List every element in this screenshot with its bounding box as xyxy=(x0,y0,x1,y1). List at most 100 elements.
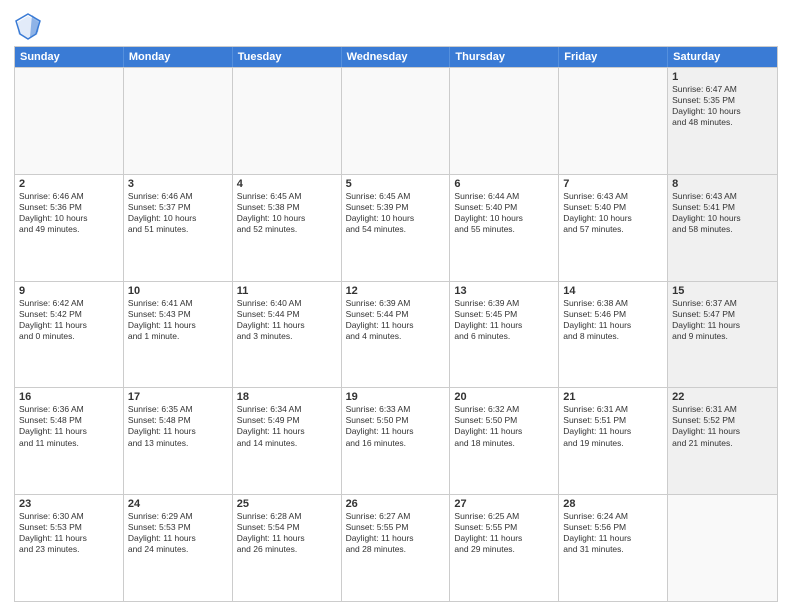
calendar-body: 1Sunrise: 6:47 AM Sunset: 5:35 PM Daylig… xyxy=(15,67,777,601)
cal-cell-2-0: 9Sunrise: 6:42 AM Sunset: 5:42 PM Daylig… xyxy=(15,282,124,388)
cal-cell-1-4: 6Sunrise: 6:44 AM Sunset: 5:40 PM Daylig… xyxy=(450,175,559,281)
day-detail: Sunrise: 6:28 AM Sunset: 5:54 PM Dayligh… xyxy=(237,511,337,555)
cal-cell-2-6: 15Sunrise: 6:37 AM Sunset: 5:47 PM Dayli… xyxy=(668,282,777,388)
day-detail: Sunrise: 6:31 AM Sunset: 5:51 PM Dayligh… xyxy=(563,404,663,448)
cal-cell-3-4: 20Sunrise: 6:32 AM Sunset: 5:50 PM Dayli… xyxy=(450,388,559,494)
logo-icon xyxy=(14,12,42,40)
day-detail: Sunrise: 6:34 AM Sunset: 5:49 PM Dayligh… xyxy=(237,404,337,448)
day-number: 15 xyxy=(672,285,773,297)
day-number: 20 xyxy=(454,391,554,403)
cal-header-monday: Monday xyxy=(124,47,233,67)
day-detail: Sunrise: 6:29 AM Sunset: 5:53 PM Dayligh… xyxy=(128,511,228,555)
cal-cell-1-6: 8Sunrise: 6:43 AM Sunset: 5:41 PM Daylig… xyxy=(668,175,777,281)
day-detail: Sunrise: 6:32 AM Sunset: 5:50 PM Dayligh… xyxy=(454,404,554,448)
cal-cell-3-2: 18Sunrise: 6:34 AM Sunset: 5:49 PM Dayli… xyxy=(233,388,342,494)
day-detail: Sunrise: 6:46 AM Sunset: 5:36 PM Dayligh… xyxy=(19,191,119,235)
cal-row-2: 9Sunrise: 6:42 AM Sunset: 5:42 PM Daylig… xyxy=(15,281,777,388)
cal-row-0: 1Sunrise: 6:47 AM Sunset: 5:35 PM Daylig… xyxy=(15,67,777,174)
cal-cell-2-2: 11Sunrise: 6:40 AM Sunset: 5:44 PM Dayli… xyxy=(233,282,342,388)
day-detail: Sunrise: 6:37 AM Sunset: 5:47 PM Dayligh… xyxy=(672,298,773,342)
cal-cell-1-3: 5Sunrise: 6:45 AM Sunset: 5:39 PM Daylig… xyxy=(342,175,451,281)
cal-cell-1-5: 7Sunrise: 6:43 AM Sunset: 5:40 PM Daylig… xyxy=(559,175,668,281)
cal-cell-2-3: 12Sunrise: 6:39 AM Sunset: 5:44 PM Dayli… xyxy=(342,282,451,388)
cal-cell-2-1: 10Sunrise: 6:41 AM Sunset: 5:43 PM Dayli… xyxy=(124,282,233,388)
cal-cell-4-3: 26Sunrise: 6:27 AM Sunset: 5:55 PM Dayli… xyxy=(342,495,451,601)
cal-cell-0-0 xyxy=(15,68,124,174)
cal-row-4: 23Sunrise: 6:30 AM Sunset: 5:53 PM Dayli… xyxy=(15,494,777,601)
cal-cell-0-1 xyxy=(124,68,233,174)
cal-cell-4-6 xyxy=(668,495,777,601)
day-detail: Sunrise: 6:38 AM Sunset: 5:46 PM Dayligh… xyxy=(563,298,663,342)
header xyxy=(14,12,778,40)
day-detail: Sunrise: 6:41 AM Sunset: 5:43 PM Dayligh… xyxy=(128,298,228,342)
day-number: 19 xyxy=(346,391,446,403)
cal-cell-3-1: 17Sunrise: 6:35 AM Sunset: 5:48 PM Dayli… xyxy=(124,388,233,494)
day-detail: Sunrise: 6:36 AM Sunset: 5:48 PM Dayligh… xyxy=(19,404,119,448)
day-number: 13 xyxy=(454,285,554,297)
day-detail: Sunrise: 6:24 AM Sunset: 5:56 PM Dayligh… xyxy=(563,511,663,555)
cal-cell-0-4 xyxy=(450,68,559,174)
cal-header-thursday: Thursday xyxy=(450,47,559,67)
logo xyxy=(14,12,44,40)
day-detail: Sunrise: 6:40 AM Sunset: 5:44 PM Dayligh… xyxy=(237,298,337,342)
day-number: 8 xyxy=(672,178,773,190)
day-number: 11 xyxy=(237,285,337,297)
cal-cell-0-6: 1Sunrise: 6:47 AM Sunset: 5:35 PM Daylig… xyxy=(668,68,777,174)
cal-header-sunday: Sunday xyxy=(15,47,124,67)
day-number: 28 xyxy=(563,498,663,510)
day-number: 2 xyxy=(19,178,119,190)
cal-header-friday: Friday xyxy=(559,47,668,67)
cal-row-1: 2Sunrise: 6:46 AM Sunset: 5:36 PM Daylig… xyxy=(15,174,777,281)
cal-row-3: 16Sunrise: 6:36 AM Sunset: 5:48 PM Dayli… xyxy=(15,387,777,494)
day-number: 24 xyxy=(128,498,228,510)
day-number: 25 xyxy=(237,498,337,510)
day-number: 26 xyxy=(346,498,446,510)
cal-cell-4-0: 23Sunrise: 6:30 AM Sunset: 5:53 PM Dayli… xyxy=(15,495,124,601)
cal-header-wednesday: Wednesday xyxy=(342,47,451,67)
day-number: 1 xyxy=(672,71,773,83)
day-detail: Sunrise: 6:46 AM Sunset: 5:37 PM Dayligh… xyxy=(128,191,228,235)
cal-cell-0-2 xyxy=(233,68,342,174)
cal-cell-2-4: 13Sunrise: 6:39 AM Sunset: 5:45 PM Dayli… xyxy=(450,282,559,388)
day-detail: Sunrise: 6:45 AM Sunset: 5:39 PM Dayligh… xyxy=(346,191,446,235)
day-detail: Sunrise: 6:45 AM Sunset: 5:38 PM Dayligh… xyxy=(237,191,337,235)
day-detail: Sunrise: 6:47 AM Sunset: 5:35 PM Dayligh… xyxy=(672,84,773,128)
cal-cell-0-5 xyxy=(559,68,668,174)
day-detail: Sunrise: 6:39 AM Sunset: 5:45 PM Dayligh… xyxy=(454,298,554,342)
day-number: 22 xyxy=(672,391,773,403)
day-number: 5 xyxy=(346,178,446,190)
cal-cell-0-3 xyxy=(342,68,451,174)
day-number: 14 xyxy=(563,285,663,297)
day-detail: Sunrise: 6:35 AM Sunset: 5:48 PM Dayligh… xyxy=(128,404,228,448)
day-number: 12 xyxy=(346,285,446,297)
day-detail: Sunrise: 6:43 AM Sunset: 5:40 PM Dayligh… xyxy=(563,191,663,235)
day-detail: Sunrise: 6:25 AM Sunset: 5:55 PM Dayligh… xyxy=(454,511,554,555)
day-number: 9 xyxy=(19,285,119,297)
cal-cell-4-2: 25Sunrise: 6:28 AM Sunset: 5:54 PM Dayli… xyxy=(233,495,342,601)
cal-cell-1-1: 3Sunrise: 6:46 AM Sunset: 5:37 PM Daylig… xyxy=(124,175,233,281)
day-number: 23 xyxy=(19,498,119,510)
calendar-header-row: SundayMondayTuesdayWednesdayThursdayFrid… xyxy=(15,47,777,67)
day-detail: Sunrise: 6:42 AM Sunset: 5:42 PM Dayligh… xyxy=(19,298,119,342)
cal-cell-3-6: 22Sunrise: 6:31 AM Sunset: 5:52 PM Dayli… xyxy=(668,388,777,494)
cal-cell-1-2: 4Sunrise: 6:45 AM Sunset: 5:38 PM Daylig… xyxy=(233,175,342,281)
day-number: 10 xyxy=(128,285,228,297)
cal-header-tuesday: Tuesday xyxy=(233,47,342,67)
day-detail: Sunrise: 6:27 AM Sunset: 5:55 PM Dayligh… xyxy=(346,511,446,555)
calendar: SundayMondayTuesdayWednesdayThursdayFrid… xyxy=(14,46,778,602)
cal-header-saturday: Saturday xyxy=(668,47,777,67)
day-number: 17 xyxy=(128,391,228,403)
day-number: 16 xyxy=(19,391,119,403)
day-number: 7 xyxy=(563,178,663,190)
day-detail: Sunrise: 6:44 AM Sunset: 5:40 PM Dayligh… xyxy=(454,191,554,235)
day-detail: Sunrise: 6:33 AM Sunset: 5:50 PM Dayligh… xyxy=(346,404,446,448)
day-detail: Sunrise: 6:31 AM Sunset: 5:52 PM Dayligh… xyxy=(672,404,773,448)
day-detail: Sunrise: 6:43 AM Sunset: 5:41 PM Dayligh… xyxy=(672,191,773,235)
day-number: 4 xyxy=(237,178,337,190)
day-detail: Sunrise: 6:39 AM Sunset: 5:44 PM Dayligh… xyxy=(346,298,446,342)
page: SundayMondayTuesdayWednesdayThursdayFrid… xyxy=(0,0,792,612)
day-detail: Sunrise: 6:30 AM Sunset: 5:53 PM Dayligh… xyxy=(19,511,119,555)
day-number: 6 xyxy=(454,178,554,190)
cal-cell-3-5: 21Sunrise: 6:31 AM Sunset: 5:51 PM Dayli… xyxy=(559,388,668,494)
day-number: 27 xyxy=(454,498,554,510)
